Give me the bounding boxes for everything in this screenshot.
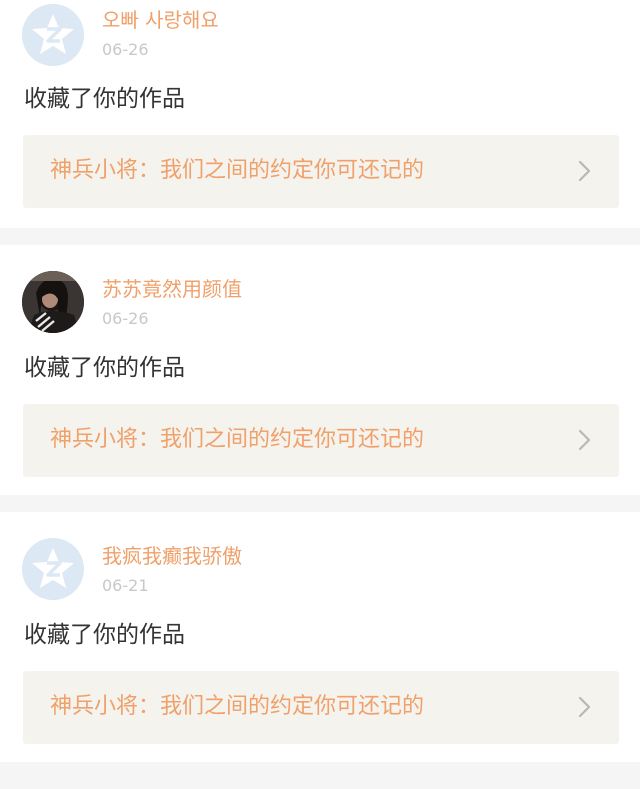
username[interactable]: 我疯我癫我骄傲 [102, 544, 242, 568]
timestamp: 06-26 [102, 40, 149, 59]
work-title: 神兵小将：我们之间的约定你可还记的 [50, 158, 425, 183]
avatar[interactable] [22, 4, 84, 66]
notification-card: 苏苏竟然用颜值 06-26 收藏了你的作品 神兵小将：我们之间的约定你可还记的 [0, 245, 640, 495]
notification-card: 오빠 사랑해요 06-26 收藏了你的作品 神兵小将：我们之间的约定你可还记的 [0, 0, 640, 228]
default-avatar-icon [22, 4, 84, 66]
user-photo [22, 271, 84, 333]
timestamp: 06-21 [102, 576, 149, 595]
default-avatar-icon [22, 538, 84, 600]
avatar[interactable] [22, 271, 84, 333]
action-text: 收藏了你的作品 [24, 86, 185, 112]
notification-card: 我疯我癫我骄傲 06-21 收藏了你的作品 神兵小将：我们之间的约定你可还记的 [0, 512, 640, 762]
username[interactable]: 苏苏竟然用颜值 [102, 277, 242, 301]
chevron-right-icon [578, 696, 591, 718]
chevron-right-icon [578, 429, 591, 451]
avatar[interactable] [22, 538, 84, 600]
work-link[interactable]: 神兵小将：我们之间的约定你可还记的 [23, 404, 619, 477]
work-title: 神兵小将：我们之间的约定你可还记的 [50, 694, 425, 719]
notification-feed: 오빠 사랑해요 06-26 收藏了你的作品 神兵小将：我们之间的约定你可还记的 … [0, 0, 640, 789]
work-title: 神兵小将：我们之间的约定你可还记的 [50, 427, 425, 452]
action-text: 收藏了你的作品 [24, 622, 185, 648]
work-link[interactable]: 神兵小将：我们之间的约定你可还记的 [23, 671, 619, 744]
work-link[interactable]: 神兵小将：我们之间的约定你可还记的 [23, 135, 619, 208]
action-text: 收藏了你的作品 [24, 355, 185, 381]
username[interactable]: 오빠 사랑해요 [102, 8, 219, 32]
timestamp: 06-26 [102, 309, 149, 328]
chevron-right-icon [578, 160, 591, 182]
